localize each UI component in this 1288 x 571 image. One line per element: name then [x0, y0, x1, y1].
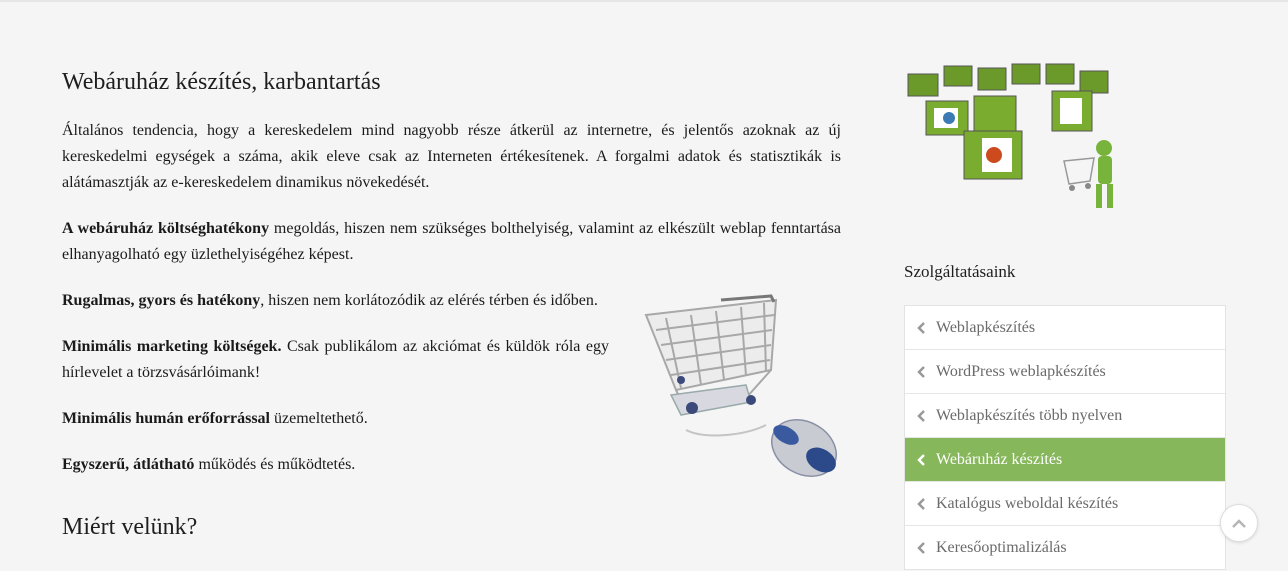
menu-item-wordpress[interactable]: WordPress weblapkészítés: [905, 349, 1225, 393]
section-heading: Miért velünk?: [62, 514, 198, 540]
flexible-paragraph: Rugalmas, gyors és hatékony, hiszen nem …: [62, 288, 609, 314]
menu-item-webaruhaz[interactable]: Webáruház készítés: [905, 437, 1225, 481]
services-menu: Weblapkészítés WordPress weblapkészítés …: [904, 305, 1226, 570]
top-border: [0, 0, 1288, 2]
chevron-up-icon: [1232, 519, 1246, 528]
chevron-left-icon: [916, 497, 926, 511]
simple-bold: Egyszerű, átlátható: [62, 456, 195, 473]
marketing-bold: Minimális marketing költségek.: [62, 338, 282, 355]
chevron-left-icon: [916, 409, 926, 423]
flexible-text: , hiszen nem korlátozódik az elérés térb…: [260, 292, 598, 309]
services-title: Szolgáltatásaink: [904, 262, 1016, 281]
menu-item-label: Weblapkészítés több nyelven: [936, 406, 1123, 424]
chevron-left-icon: [916, 321, 926, 335]
flexible-bold: Rugalmas, gyors és hatékony: [62, 292, 261, 309]
menu-item-katalogus[interactable]: Katalógus weboldal készítés: [905, 481, 1225, 525]
menu-item-label: Weblapkészítés: [936, 318, 1036, 336]
chevron-left-icon: [916, 541, 926, 555]
cost-paragraph: A webáruház költséghatékony megoldás, hi…: [62, 216, 841, 268]
simple-text: működés és működtetés.: [194, 456, 356, 473]
menu-item-label: Keresőoptimalizálás: [936, 538, 1067, 556]
human-resource-text: üzemeltethető.: [270, 410, 368, 427]
cost-bold: A webáruház költséghatékony: [62, 220, 270, 237]
shopping-cart-mouse-image: [644, 294, 837, 477]
simple-paragraph: Egyszerű, átlátható működés és működteté…: [62, 452, 609, 478]
menu-item-multilingual[interactable]: Weblapkészítés több nyelven: [905, 393, 1225, 437]
marketing-paragraph: Minimális marketing költségek. Csak publ…: [62, 334, 609, 386]
intro-text: Általános tendencia, hogy a kereskedelem…: [62, 122, 841, 191]
intro-paragraph: Általános tendencia, hogy a kereskedelem…: [62, 118, 841, 196]
menu-item-label: WordPress weblapkészítés: [936, 362, 1106, 380]
menu-item-label: Katalógus weboldal készítés: [936, 494, 1119, 512]
page-title: Webáruház készítés, karbantartás: [62, 69, 381, 95]
menu-item-label: Webáruház készítés: [936, 450, 1063, 468]
human-resource-bold: Minimális humán erőforrással: [62, 410, 270, 427]
back-to-top-button[interactable]: [1220, 504, 1258, 542]
chevron-left-icon: [916, 365, 926, 379]
chevron-left-icon: [916, 453, 926, 467]
ecommerce-illustration: [904, 46, 1124, 216]
menu-item-seo[interactable]: Keresőoptimalizálás: [905, 525, 1225, 569]
menu-item-weblapkeszites[interactable]: Weblapkészítés: [905, 306, 1225, 349]
human-resource-paragraph: Minimális humán erőforrással üzemeltethe…: [62, 406, 609, 432]
